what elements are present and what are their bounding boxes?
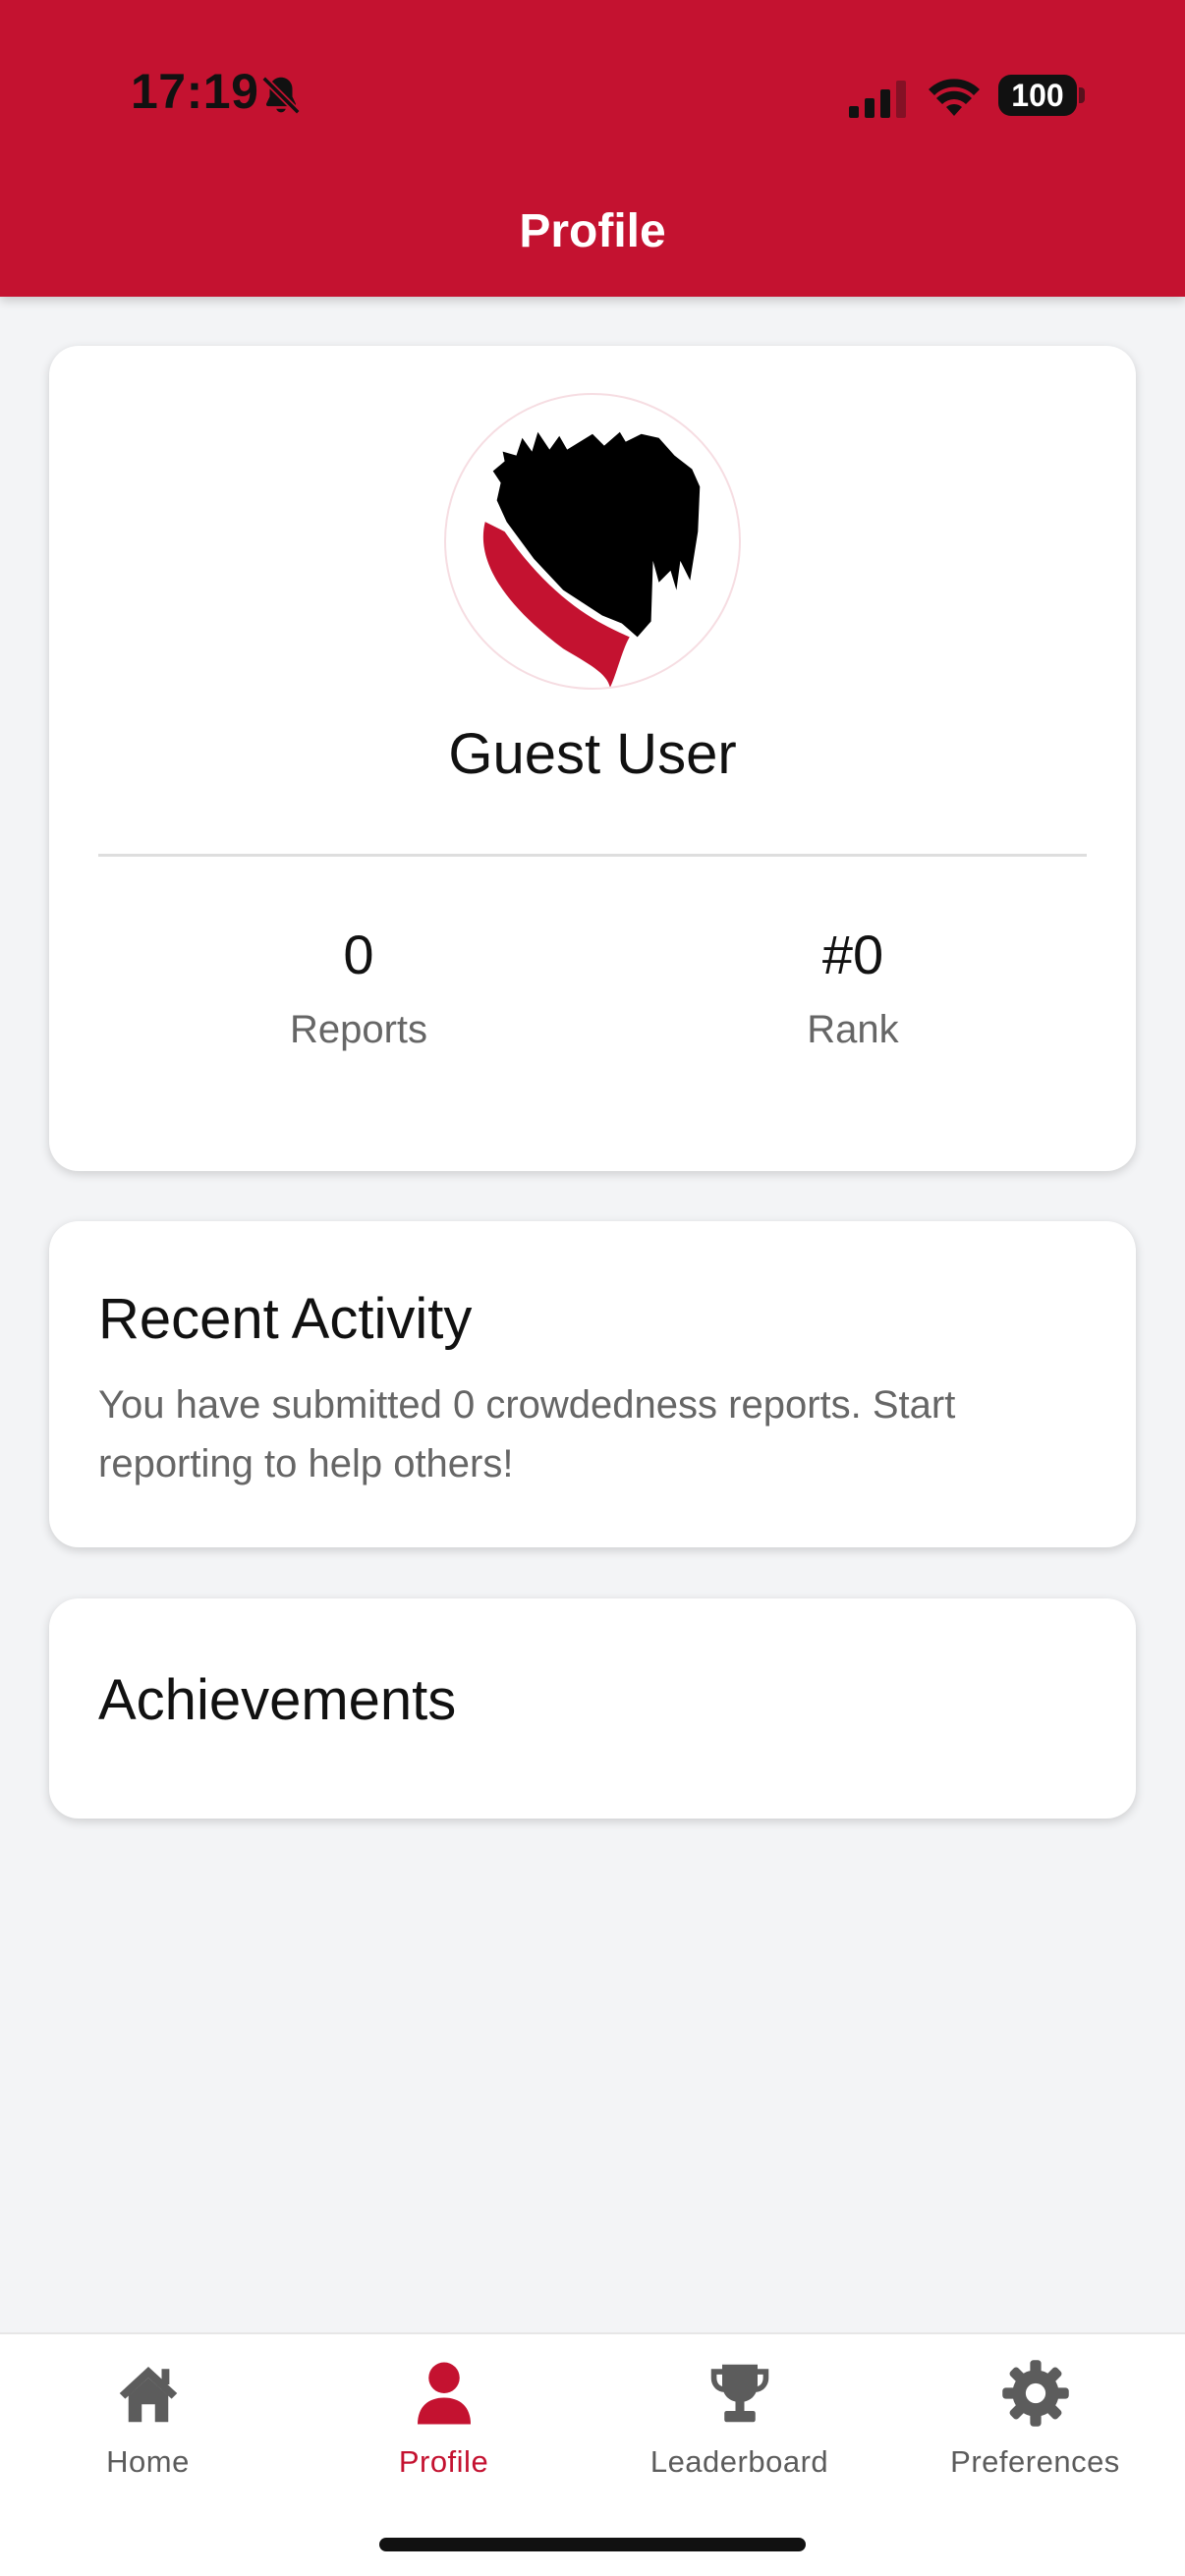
battery-icon: 100 bbox=[998, 75, 1077, 116]
user-name: Guest User bbox=[448, 722, 737, 786]
recent-activity-text: You have submitted 0 crowdedness reports… bbox=[98, 1383, 956, 1485]
reports-count: 0 bbox=[343, 924, 374, 985]
nav-item-home[interactable]: Home bbox=[0, 2334, 296, 2501]
gear-icon bbox=[1001, 2360, 1069, 2427]
status-time: 17:19 bbox=[131, 64, 259, 119]
person-icon bbox=[417, 2362, 471, 2425]
nav-item-leaderboard[interactable]: Leaderboard bbox=[592, 2334, 887, 2501]
nav-label-profile: Profile bbox=[398, 2444, 489, 2479]
rank-value: #0 bbox=[821, 924, 884, 985]
page-title: Profile bbox=[519, 205, 666, 257]
rank-label: Rank bbox=[807, 1008, 899, 1051]
achievements-title: Achievements bbox=[98, 1668, 457, 1732]
scottie-dog-icon bbox=[482, 431, 701, 688]
wifi-icon bbox=[929, 79, 980, 116]
nav-label-home: Home bbox=[106, 2444, 190, 2479]
battery-level: 100 bbox=[1011, 77, 1064, 113]
trophy-icon bbox=[710, 2364, 768, 2423]
profile-screen: 17:19 100 Profile Guest User 0 Reports #… bbox=[0, 0, 1185, 2576]
nav-label-preferences: Preferences bbox=[950, 2444, 1120, 2479]
recent-activity-title: Recent Activity bbox=[98, 1287, 473, 1351]
home-indicator[interactable] bbox=[379, 2538, 806, 2551]
divider bbox=[98, 854, 1087, 857]
stat-rank: #0 Rank bbox=[656, 916, 1049, 1052]
bell-slash-icon bbox=[261, 76, 301, 115]
home-icon bbox=[119, 2367, 177, 2423]
stat-reports: 0 Reports bbox=[162, 916, 555, 1052]
nav-item-preferences[interactable]: Preferences bbox=[887, 2334, 1183, 2501]
cellular-signal-icon bbox=[849, 81, 906, 118]
avatar[interactable] bbox=[444, 393, 741, 690]
achievements-card: Achievements bbox=[49, 1598, 1136, 1819]
profile-card: Guest User 0 Reports #0 Rank bbox=[49, 346, 1136, 1171]
app-header: 17:19 100 Profile bbox=[0, 0, 1185, 297]
nav-label-leaderboard: Leaderboard bbox=[649, 2444, 829, 2479]
battery-tip bbox=[1079, 87, 1085, 103]
nav-item-profile[interactable]: Profile bbox=[296, 2334, 592, 2501]
recent-activity-card: Recent Activity You have submitted 0 cro… bbox=[49, 1221, 1136, 1547]
reports-label: Reports bbox=[289, 1008, 428, 1051]
